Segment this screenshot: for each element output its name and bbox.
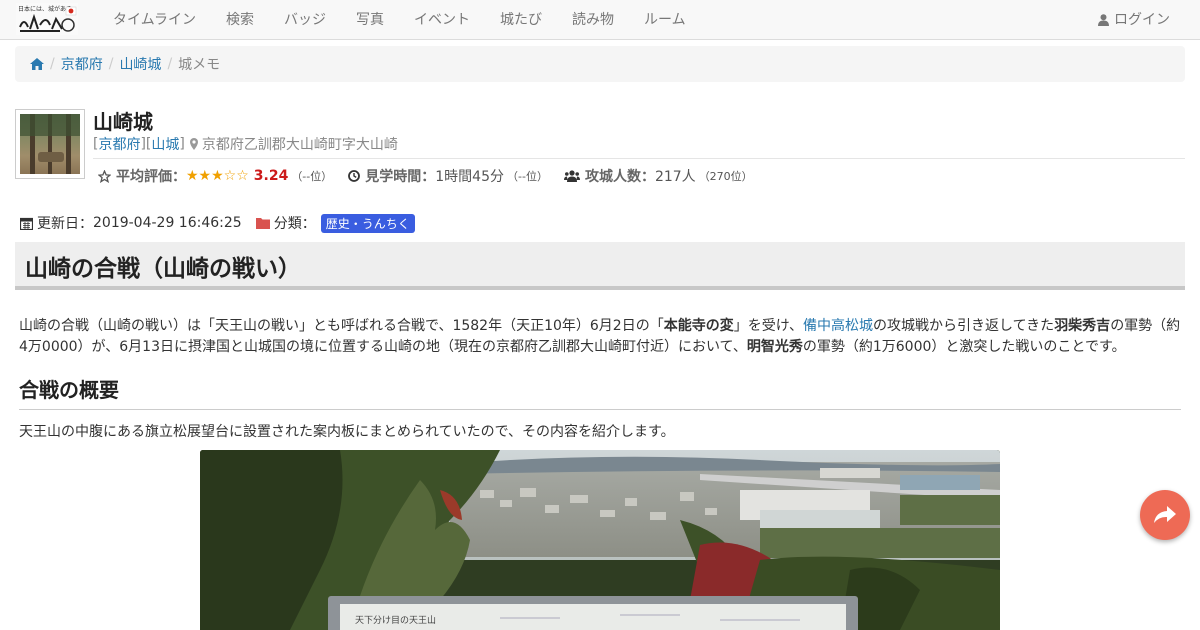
category-label: 分類： xyxy=(273,216,316,232)
intro-text: 山崎の合戦（山崎の戦い）は「天王山の戦い」とも呼ばれる合戦で、1582年（天正1… xyxy=(19,318,664,334)
clock-icon xyxy=(348,170,361,182)
breadcrumb-current: 城メモ xyxy=(178,57,221,73)
article-title: 山崎の合戦（山崎の戦い） xyxy=(25,256,301,282)
visit-time-label: 見学時間： xyxy=(365,169,436,185)
province-link[interactable]: 山城 xyxy=(151,134,179,154)
updated-value: 2019-04-29 16:46:25 xyxy=(93,215,242,231)
visit-time-rank: （--位） xyxy=(507,170,548,183)
star-outline-icon xyxy=(98,169,111,183)
castle-thumbnail[interactable] xyxy=(15,109,85,179)
nav-photo[interactable]: 写真 xyxy=(341,0,399,40)
login-link[interactable]: ログイン xyxy=(1098,0,1170,40)
honnoji-emphasis: 本能寺の変 xyxy=(663,318,734,334)
site-logo[interactable]: 日本には、城がある。 xyxy=(16,3,78,35)
article-intro: 山崎の合戦（山崎の戦い）は「天王山の戦い」とも呼ばれる合戦で、1582年（天正1… xyxy=(19,316,1184,358)
nav-room[interactable]: ルーム xyxy=(629,0,701,40)
users-icon xyxy=(563,170,580,182)
rating-label: 平均評価： xyxy=(116,169,186,185)
visitors-value: 217人 xyxy=(654,169,696,185)
hideyoshi-emphasis: 羽柴秀吉 xyxy=(1054,318,1111,334)
share-icon xyxy=(1154,506,1176,523)
section-divider xyxy=(19,409,1181,410)
breadcrumb-separator: / xyxy=(50,56,55,72)
map-marker-icon xyxy=(189,138,198,150)
section-text: 天王山の中腹にある旗立松展望台に設置された案内板にまとめられていたので、その内容… xyxy=(19,424,675,440)
rating-stars: ★★★☆☆ xyxy=(186,168,249,184)
main-nav: タイムライン 検索 バッジ 写真 イベント 城たび 読み物 ルーム xyxy=(98,0,701,40)
visitors-label: 攻城人数： xyxy=(584,169,655,185)
login-label: ログイン xyxy=(1114,12,1170,28)
castle-address: 京都府乙訓郡大山崎町字大山崎 xyxy=(201,137,398,153)
breadcrumb-castle[interactable]: 山崎城 xyxy=(119,54,161,74)
sign-text: 天下分け目の天王山 xyxy=(355,615,436,626)
header-divider xyxy=(93,158,1185,159)
home-icon[interactable] xyxy=(30,58,44,70)
calendar-icon xyxy=(20,217,33,230)
updated-label: 更新日： xyxy=(37,216,93,232)
mitsuhide-emphasis: 明智光秀 xyxy=(746,339,803,355)
user-icon xyxy=(1098,14,1109,26)
top-navbar: 日本には、城がある。 タイムライン 検索 バッジ 写真 イベント 城たび 読み物… xyxy=(0,0,1200,40)
intro-text: の軍勢（約1万6000）と激突した戦いのことです。 xyxy=(802,339,1126,355)
folder-icon xyxy=(255,218,270,229)
castle-name: 山崎城 xyxy=(93,110,153,134)
rating-score: 3.24 xyxy=(253,168,289,184)
castle-stats: 平均評価： ★★★☆☆ 3.24 （--位） 見学時間： 1時間45分 （--位… xyxy=(98,166,753,186)
rating-rank: （--位） xyxy=(291,170,333,183)
nav-event[interactable]: イベント xyxy=(399,0,485,40)
visitors-rank: （270位） xyxy=(698,170,753,183)
takamatsu-castle-link[interactable]: 備中高松城 xyxy=(803,318,873,334)
breadcrumb-separator: / xyxy=(167,56,173,72)
nav-badge[interactable]: バッジ xyxy=(269,0,341,40)
share-button[interactable] xyxy=(1140,490,1190,540)
category-tag[interactable]: 歴史・うんちく xyxy=(320,213,415,233)
article-title-bar: 山崎の合戦（山崎の戦い） xyxy=(15,242,1185,290)
nav-timeline[interactable]: タイムライン xyxy=(98,0,211,40)
castle-location: [京都府][山城] 京都府乙訓郡大山崎町字大山崎 xyxy=(93,134,398,154)
nav-shirotabi[interactable]: 城たび xyxy=(485,0,557,40)
nav-reading[interactable]: 読み物 xyxy=(557,0,629,40)
breadcrumb: / 京都府 / 山崎城 / 城メモ xyxy=(15,46,1185,82)
prefecture-link[interactable]: 京都府 xyxy=(98,134,140,154)
section-heading: 合戦の概要 xyxy=(19,378,119,402)
intro-text: の攻城戦から引き返してきた xyxy=(873,318,1055,334)
memo-meta: 更新日： 2019-04-29 16:46:25 分類： 歴史・うんちく xyxy=(20,213,415,233)
breadcrumb-prefecture[interactable]: 京都府 xyxy=(61,54,103,74)
nav-search[interactable]: 検索 xyxy=(211,0,269,40)
visit-time-value: 1時間45分 xyxy=(435,169,504,185)
breadcrumb-separator: / xyxy=(108,56,114,72)
intro-text: 」を受け、 xyxy=(733,318,804,334)
article-photo[interactable]: 天下分け目の天王山 xyxy=(200,450,1000,630)
